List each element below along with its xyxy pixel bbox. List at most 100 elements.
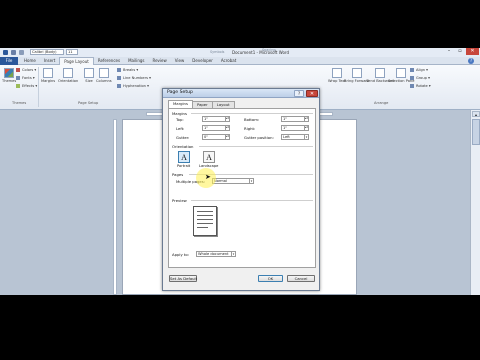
align-button[interactable]: Align ▾ — [410, 68, 428, 72]
tab-home[interactable]: Home — [20, 57, 40, 65]
align-icon — [410, 68, 414, 72]
right-margin-input[interactable]: 1" ▴▾ — [281, 125, 309, 131]
group-objects-button[interactable]: Group ▾ — [410, 76, 430, 80]
tab-developer[interactable]: Developer — [188, 57, 217, 65]
spin-arrows-icon[interactable]: ▴▾ — [225, 126, 229, 130]
fonts-label: Fonts ▾ — [22, 76, 35, 80]
landscape-icon: A — [206, 153, 212, 162]
left-margin-value: 1" — [204, 126, 208, 130]
portrait-button[interactable]: A — [178, 151, 190, 163]
top-margin-input[interactable]: 1" ▴▾ — [202, 116, 230, 122]
arrange-group-label: Arrange — [374, 101, 389, 105]
pages-section-label: Pages — [172, 172, 184, 177]
selection-pane-icon — [396, 68, 407, 78]
right-margin-value: 1" — [283, 126, 287, 130]
vertical-scrollbar[interactable]: ▴ — [470, 110, 480, 295]
tab-review[interactable]: Review — [149, 57, 171, 65]
breaks-button[interactable]: Breaks ▾ — [117, 68, 138, 72]
chevron-down-icon: ▾ — [249, 179, 253, 183]
apply-to-value: Whole document — [198, 252, 229, 256]
line-numbers-icon — [117, 76, 121, 80]
vertical-ruler[interactable] — [113, 119, 117, 295]
breaks-label: Breaks ▾ — [123, 68, 139, 72]
tab-layout[interactable]: Layout — [211, 101, 235, 108]
font-size-box[interactable]: 11 — [66, 49, 78, 55]
tab-references[interactable]: References — [94, 57, 124, 65]
effects-button[interactable]: Effects ▾ — [16, 84, 37, 88]
font-name-box[interactable]: Calibri (Body) — [30, 49, 64, 55]
window-title: Document1 - Microsoft Word — [232, 50, 290, 55]
title-bar: Calibri (Body) 11 Symbols Document1 - Mi… — [0, 48, 480, 57]
dialog-title: Page Setup — [167, 90, 193, 95]
multiple-pages-select[interactable]: Normal ▾ — [212, 178, 254, 184]
size-icon — [84, 68, 94, 78]
preview-line — [197, 211, 213, 212]
align-label: Align ▾ — [416, 68, 428, 72]
wrap-text-icon — [331, 68, 342, 78]
group-separator — [38, 67, 39, 107]
bottom-margin-input[interactable]: 1" ▴▾ — [281, 116, 309, 122]
tab-mailings[interactable]: Mailings — [124, 57, 148, 65]
preview-line — [197, 219, 213, 220]
themes-button[interactable]: Themes — [2, 68, 16, 83]
orientation-label: Orientation — [58, 79, 79, 83]
page-setup-dialog: Page Setup ? ✕ Margins Paper Layout Marg… — [162, 88, 320, 291]
tab-margins[interactable]: Margins — [168, 100, 193, 108]
dialog-close-button[interactable]: ✕ — [306, 90, 318, 97]
undo-icon[interactable] — [19, 50, 24, 55]
maximize-button[interactable]: ▫ — [455, 48, 465, 55]
save-icon[interactable] — [11, 50, 16, 55]
apply-to-select[interactable]: Whole document ▾ — [196, 251, 236, 257]
line-numbers-label: Line Numbers ▾ — [123, 76, 151, 80]
chevron-down-icon: ▾ — [304, 135, 308, 139]
cancel-button[interactable]: Cancel — [287, 275, 315, 282]
ok-button[interactable]: OK — [258, 275, 283, 282]
gutter-input[interactable]: 0" ▴▾ — [202, 134, 230, 140]
page-setup-group-label: Page Setup — [78, 101, 99, 105]
rotate-button[interactable]: Rotate ▾ — [410, 84, 431, 88]
size-button[interactable]: Size — [84, 68, 94, 83]
left-label: Left: — [176, 126, 185, 131]
tab-page-layout[interactable]: Page Layout — [59, 57, 94, 65]
gutter-position-select[interactable]: Left ▾ — [281, 134, 309, 140]
margins-panel: Margins Top: 1" ▴▾ Bottom: 1" ▴▾ Left: 1… — [168, 108, 316, 268]
scroll-up-arrow-icon[interactable]: ▴ — [472, 111, 480, 117]
margins-button[interactable]: Margins — [41, 68, 55, 83]
effects-icon — [16, 84, 20, 88]
close-window-button[interactable]: ✕ — [466, 48, 479, 55]
left-margin-input[interactable]: 1" ▴▾ — [202, 125, 230, 131]
dialog-title-bar[interactable]: Page Setup ? ✕ — [163, 89, 319, 98]
columns-button[interactable]: Columns — [96, 68, 112, 83]
gutter-position-label: Gutter position: — [244, 135, 274, 140]
tab-view[interactable]: View — [171, 57, 189, 65]
themes-icon — [4, 68, 15, 78]
fonts-button[interactable]: Fonts ▾ — [16, 76, 35, 80]
colors-button[interactable]: Colors ▾ — [16, 68, 36, 72]
section-divider — [191, 200, 313, 201]
effects-label: Effects ▾ — [22, 84, 38, 88]
help-icon[interactable]: ? — [468, 58, 474, 64]
bottom-label: Bottom: — [244, 117, 260, 122]
spin-arrows-icon[interactable]: ▴▾ — [304, 126, 308, 130]
hyphenation-label: Hyphenation ▾ — [123, 84, 149, 88]
apply-to-label: Apply to: — [172, 252, 190, 257]
tab-paper[interactable]: Paper — [191, 101, 213, 108]
hyphenation-button[interactable]: Hyphenation ▾ — [117, 84, 149, 88]
spin-arrows-icon[interactable]: ▴▾ — [225, 117, 229, 121]
dialog-help-button[interactable]: ? — [294, 90, 304, 97]
gutter-label: Gutter: — [176, 135, 190, 140]
scroll-thumb[interactable] — [472, 119, 480, 145]
spin-arrows-icon[interactable]: ▴▾ — [304, 117, 308, 121]
top-margin-value: 1" — [204, 117, 208, 121]
orientation-button[interactable]: Orientation — [58, 68, 78, 83]
tab-insert[interactable]: Insert — [40, 57, 59, 65]
minimize-button[interactable]: – — [444, 48, 454, 55]
preview-page-icon — [193, 206, 217, 236]
landscape-button[interactable]: A — [203, 151, 215, 163]
spin-arrows-icon[interactable]: ▴▾ — [225, 135, 229, 139]
set-as-default-button[interactable]: Set As Default — [169, 275, 197, 282]
tab-acrobat[interactable]: Acrobat — [217, 57, 240, 65]
tab-file[interactable]: File — [0, 57, 18, 65]
word-logo-icon[interactable] — [3, 50, 8, 55]
line-numbers-button[interactable]: Line Numbers ▾ — [117, 76, 151, 80]
